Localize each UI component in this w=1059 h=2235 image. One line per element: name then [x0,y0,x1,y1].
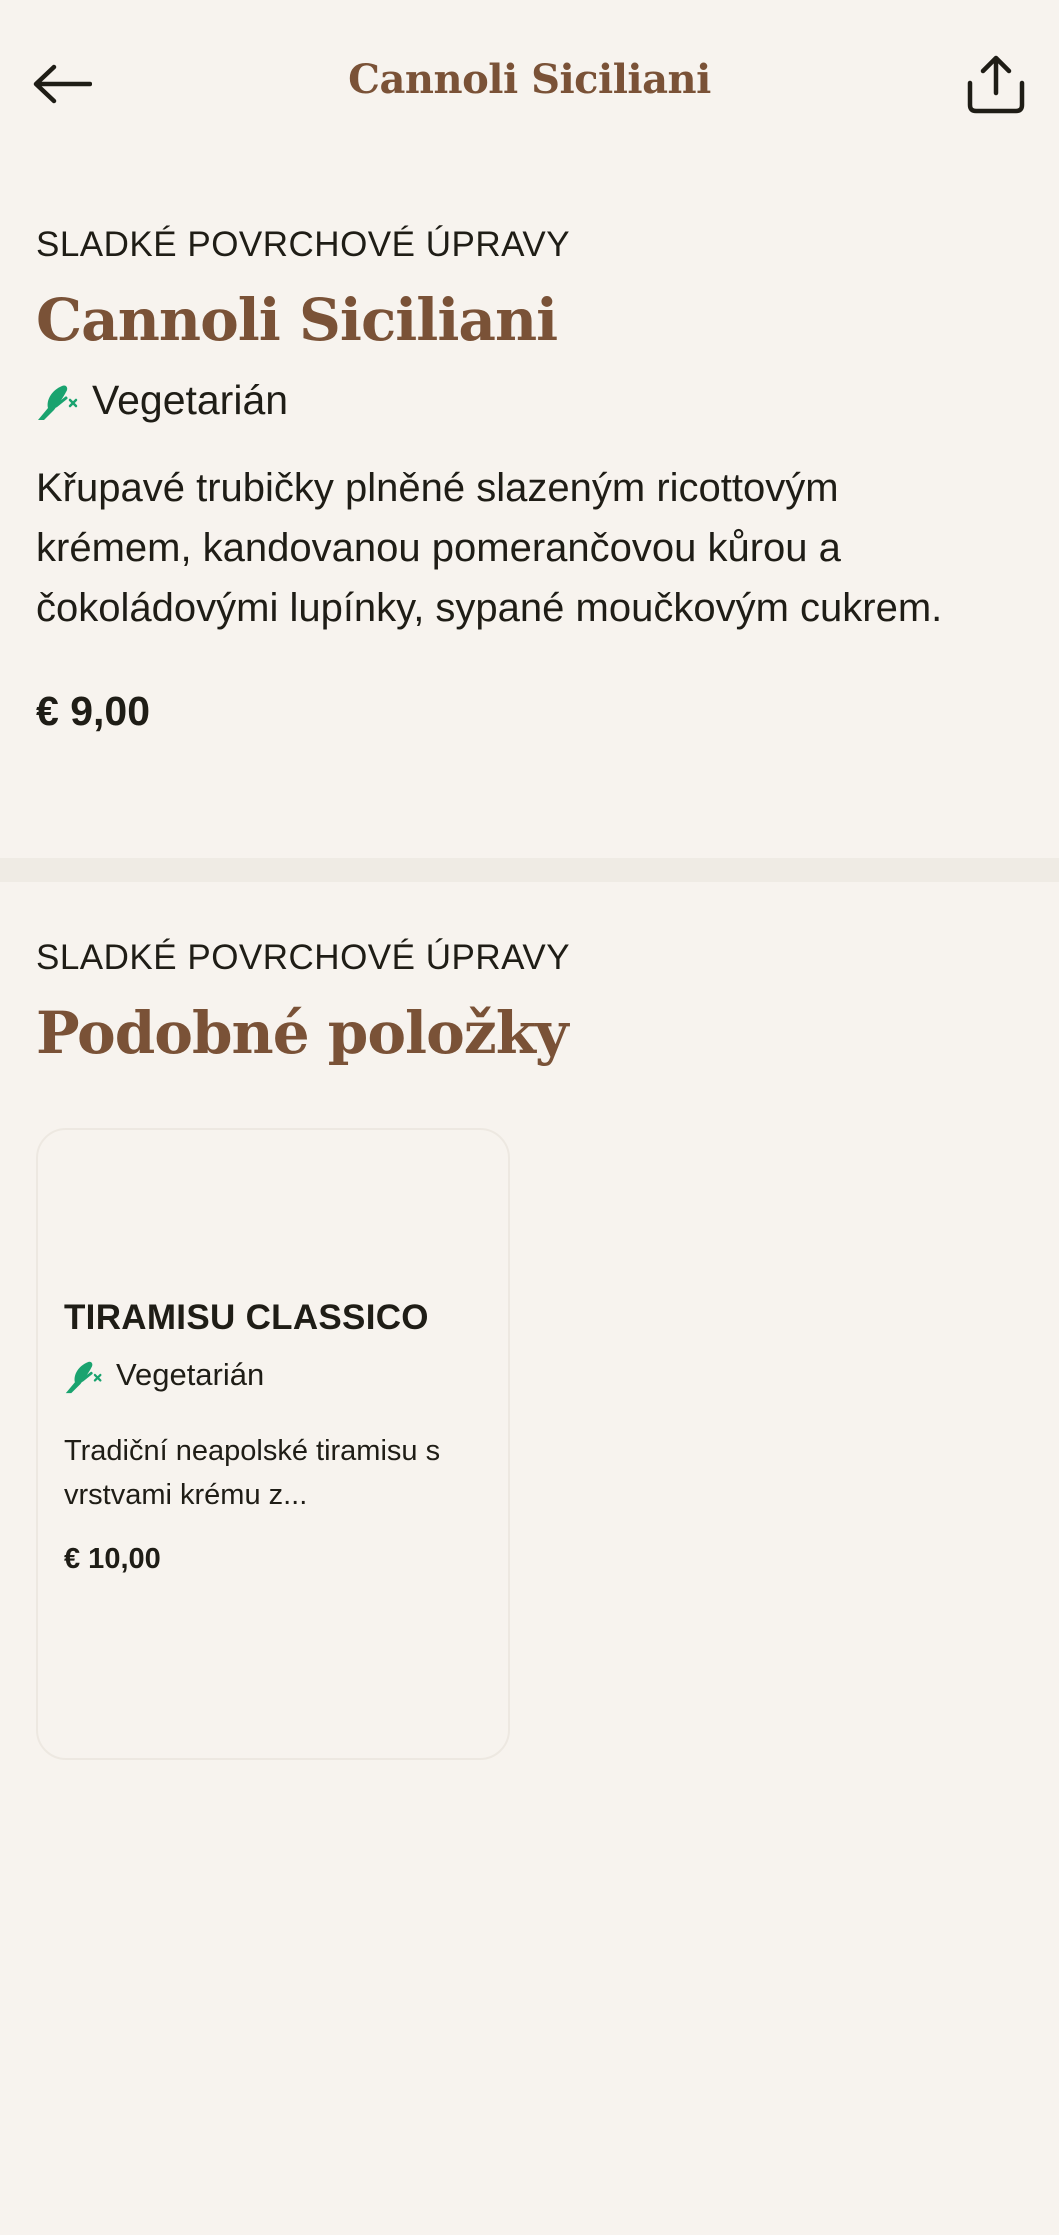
diet-label: Vegetarián [92,376,289,423]
item-description: Křupavé trubičky plněné slazeným ricotto… [36,466,943,630]
similar-category: SLADKÉ POVRCHOVÉ ÚPRAVY [36,938,571,977]
vegetarian-icon [36,378,80,422]
item-price: € 9,00 [36,688,150,734]
item-detail: SLADKÉ POVRCHOVÉ ÚPRAVY Cannoli Sicilian… [36,220,1026,735]
section-divider [0,858,1059,882]
similar-title: Podobné položky [36,999,569,1067]
item-name: Cannoli Siciliani [36,286,558,354]
card-diet-badge: Vegetarián [64,1355,484,1395]
similar-item-card[interactable]: TIRAMISU CLASSICO Vegetarián Tradiční ne… [36,1128,510,1760]
back-button[interactable] [32,48,112,120]
card-diet-label: Vegetarián [116,1357,265,1392]
card-body: TIRAMISU CLASSICO Vegetarián Tradiční ne… [64,1295,484,1576]
share-button[interactable] [947,44,1027,124]
item-category: SLADKÉ POVRCHOVÉ ÚPRAVY [36,225,571,264]
card-item-description: Tradiční neapolské tiramisu s vrstvami k… [64,1435,441,1511]
diet-badge: Vegetarián [36,372,1026,428]
page-title: Cannoli Siciliani [348,56,711,103]
card-item-name: TIRAMISU CLASSICO [64,1298,429,1337]
card-item-price: € 10,00 [64,1543,161,1575]
share-icon [965,53,1027,115]
similar-items-section: SLADKÉ POVRCHOVÉ ÚPRAVY Podobné položky [36,933,1026,1071]
vegetarian-icon [64,1355,104,1395]
app-header: Cannoli Siciliani [0,0,1059,170]
arrow-left-icon [32,64,92,104]
